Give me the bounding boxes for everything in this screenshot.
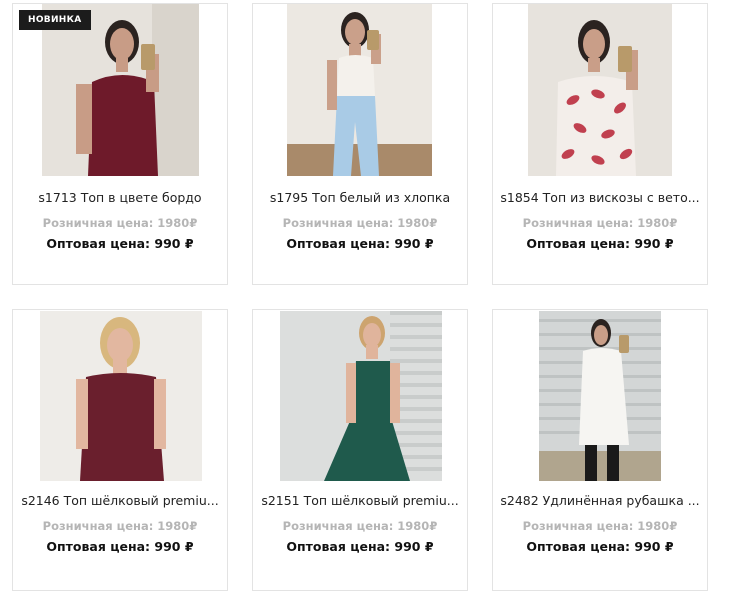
retail-price: Розничная цена: 1980₽: [522, 216, 678, 230]
product-title[interactable]: s2482 Удлинённая рубашка ...: [493, 493, 707, 508]
product-card[interactable]: s2151 Топ шёлковый premiu... Розничная ц…: [252, 309, 468, 591]
retail-price: Розничная цена: 1980₽: [522, 519, 678, 533]
wholesale-price: Оптовая цена: 990 ₽: [526, 236, 674, 251]
product-image[interactable]: [539, 311, 661, 481]
product-image[interactable]: [287, 4, 432, 176]
product-title[interactable]: s1854 Топ из вискозы с вето...: [493, 190, 707, 205]
product-image[interactable]: [280, 311, 442, 481]
product-image[interactable]: [528, 4, 672, 176]
product-card[interactable]: s1854 Топ из вискозы с вето... Розничная…: [492, 3, 708, 285]
new-badge: НОВИНКА: [19, 10, 91, 30]
retail-price: Розничная цена: 1980₽: [42, 519, 198, 533]
wholesale-price: Оптовая цена: 990 ₽: [46, 236, 194, 251]
product-card[interactable]: s2482 Удлинённая рубашка ... Розничная ц…: [492, 309, 708, 591]
product-title[interactable]: s1713 Топ в цвете бордо: [13, 190, 227, 205]
wholesale-price: Оптовая цена: 990 ₽: [286, 236, 434, 251]
wholesale-price: Оптовая цена: 990 ₽: [46, 539, 194, 554]
wholesale-price: Оптовая цена: 990 ₽: [286, 539, 434, 554]
product-card[interactable]: s1795 Топ белый из хлопка Розничная цена…: [252, 3, 468, 285]
retail-price: Розничная цена: 1980₽: [42, 216, 198, 230]
product-image[interactable]: [40, 311, 202, 481]
product-title[interactable]: s2151 Топ шёлковый premiu...: [253, 493, 467, 508]
retail-price: Розничная цена: 1980₽: [282, 216, 438, 230]
product-card[interactable]: s2146 Топ шёлковый premiu... Розничная ц…: [12, 309, 228, 591]
product-title[interactable]: s1795 Топ белый из хлопка: [253, 190, 467, 205]
wholesale-price: Оптовая цена: 990 ₽: [526, 539, 674, 554]
product-card[interactable]: НОВИНКА s1713 Топ в цвете бордо Рознична…: [12, 3, 228, 285]
retail-price: Розничная цена: 1980₽: [282, 519, 438, 533]
product-title[interactable]: s2146 Топ шёлковый premiu...: [13, 493, 227, 508]
